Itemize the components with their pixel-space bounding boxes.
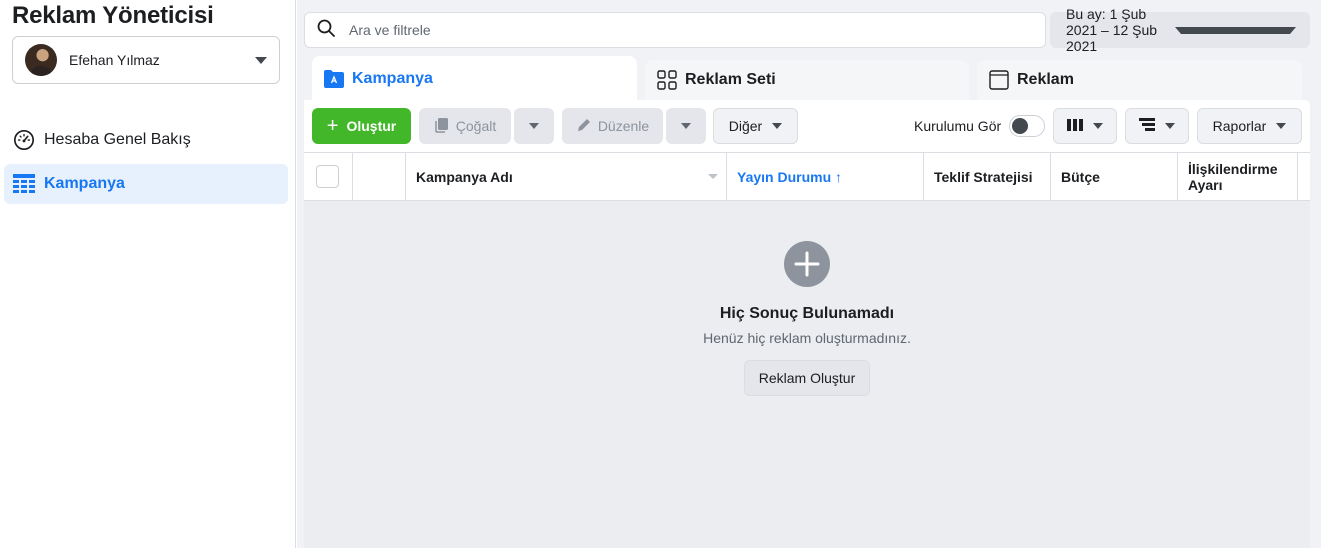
column-header-label: Yayın Durumu ↑: [737, 168, 843, 185]
table-header: Kampanya Adı Yayın Durumu ↑ Teklif Strat…: [304, 152, 1310, 201]
sidebar-item-account-overview[interactable]: Hesaba Genel Bakış: [4, 120, 288, 160]
chevron-down-icon: [1165, 123, 1175, 129]
tab-label: Reklam: [1017, 71, 1074, 88]
table-grid-icon: [12, 172, 36, 196]
sidebar-item-campaign[interactable]: Kampanya: [4, 164, 288, 204]
search-icon: [317, 19, 335, 42]
select-all-cell: [304, 153, 353, 200]
plus-icon: +: [326, 115, 339, 137]
reports-button[interactable]: Raporlar: [1197, 108, 1302, 144]
toggle-column-header: [353, 153, 406, 200]
main-content: Bu ay: 1 Şub 2021 – 12 Şub 2021 Kampanya…: [297, 0, 1321, 548]
app-title: Reklam Yöneticisi: [12, 2, 214, 29]
grid-squares-icon: [657, 70, 677, 90]
empty-state: Hiç Sonuç Bulunamadı Henüz hiç reklam ol…: [304, 201, 1310, 548]
column-header-label: Teklif Stratejisi: [934, 168, 1033, 185]
chevron-down-icon: [1276, 123, 1287, 129]
select-all-checkbox[interactable]: [316, 165, 339, 188]
account-selector[interactable]: Efehan Yılmaz: [12, 36, 280, 84]
tab-ad-set[interactable]: Reklam Seti: [645, 60, 969, 100]
scrollbar[interactable]: [1310, 0, 1321, 548]
chevron-down-icon: [772, 123, 783, 129]
search-bar[interactable]: [304, 12, 1046, 48]
create-button[interactable]: + Oluştur: [312, 108, 411, 144]
more-button-label: Diğer: [728, 118, 763, 134]
tab-ad[interactable]: Reklam: [977, 60, 1302, 100]
folder-icon: [324, 69, 344, 89]
column-header-bid-strategy[interactable]: Teklif Stratejisi: [924, 153, 1051, 200]
column-header-campaign-name[interactable]: Kampanya Adı: [406, 153, 727, 200]
duplicate-button-label: Çoğalt: [455, 118, 497, 134]
pencil-icon: [576, 117, 592, 136]
column-header-label: Bütçe: [1061, 168, 1100, 185]
avatar: [25, 44, 57, 76]
window-icon: [989, 70, 1009, 90]
empty-state-subtitle: Henüz hiç reklam oluşturmadınız.: [703, 330, 911, 346]
chevron-down-icon: [529, 123, 539, 129]
columns-button[interactable]: [1053, 108, 1117, 144]
reports-button-label: Raporlar: [1212, 118, 1267, 134]
date-range-label: Bu ay: 1 Şub 2021 – 12 Şub 2021: [1066, 6, 1158, 54]
edit-dropdown-button[interactable]: [666, 108, 706, 144]
column-header-label: Kampanya Adı: [416, 168, 513, 185]
account-name: Efehan Yılmaz: [69, 52, 160, 68]
sort-caret-icon: [708, 174, 718, 179]
date-range-picker[interactable]: Bu ay: 1 Şub 2021 – 12 Şub 2021: [1050, 6, 1310, 54]
column-header-delivery[interactable]: Yayın Durumu ↑: [727, 153, 924, 200]
search-input[interactable]: [349, 22, 1009, 38]
column-header-budget[interactable]: Bütçe: [1051, 153, 1178, 200]
duplicate-button[interactable]: Çoğalt: [419, 108, 511, 144]
column-header-label: İlişkilendirme Ayarı: [1188, 161, 1278, 193]
empty-state-title: Hiç Sonuç Bulunamadı: [719, 305, 895, 322]
chevron-down-icon: [1175, 26, 1296, 34]
plus-circle-icon: [784, 241, 830, 287]
gauge-icon: [12, 128, 36, 152]
edit-button[interactable]: Düzenle: [562, 108, 663, 144]
tab-campaign[interactable]: Kampanya: [312, 56, 637, 102]
tab-label: Kampanya: [352, 70, 433, 87]
breakdown-button[interactable]: [1125, 108, 1189, 144]
sidebar-item-label: Kampanya: [44, 175, 125, 192]
sidebar-item-label: Hesaba Genel Bakış: [44, 131, 191, 148]
sidebar: Reklam Yöneticisi Efehan Yılmaz Hesaba G…: [0, 0, 296, 548]
toolbar: + Oluştur Çoğalt Düzenle Diğer Kurulumu …: [304, 100, 1310, 152]
create-ad-button[interactable]: Reklam Oluştur: [744, 360, 870, 396]
campaign-panel: + Oluştur Çoğalt Düzenle Diğer Kurulumu …: [304, 100, 1310, 548]
tab-label: Reklam Seti: [685, 71, 776, 88]
columns-icon: [1067, 118, 1083, 135]
duplicate-dropdown-button[interactable]: [514, 108, 554, 144]
more-button[interactable]: Diğer: [713, 108, 798, 144]
chevron-down-icon: [1093, 123, 1103, 129]
chevron-down-icon: [255, 56, 267, 64]
breakdown-icon: [1139, 117, 1155, 135]
column-header-attribution[interactable]: İlişkilendirme Ayarı: [1178, 153, 1298, 200]
chevron-down-icon: [681, 123, 691, 129]
setup-view-label: Kurulumu Gör: [914, 118, 1002, 134]
setup-view-toggle-group: Kurulumu Gör: [914, 108, 1046, 144]
copy-icon: [434, 117, 450, 136]
edit-button-label: Düzenle: [597, 118, 650, 134]
create-button-label: Oluştur: [346, 118, 397, 134]
setup-view-toggle[interactable]: [1009, 115, 1046, 137]
